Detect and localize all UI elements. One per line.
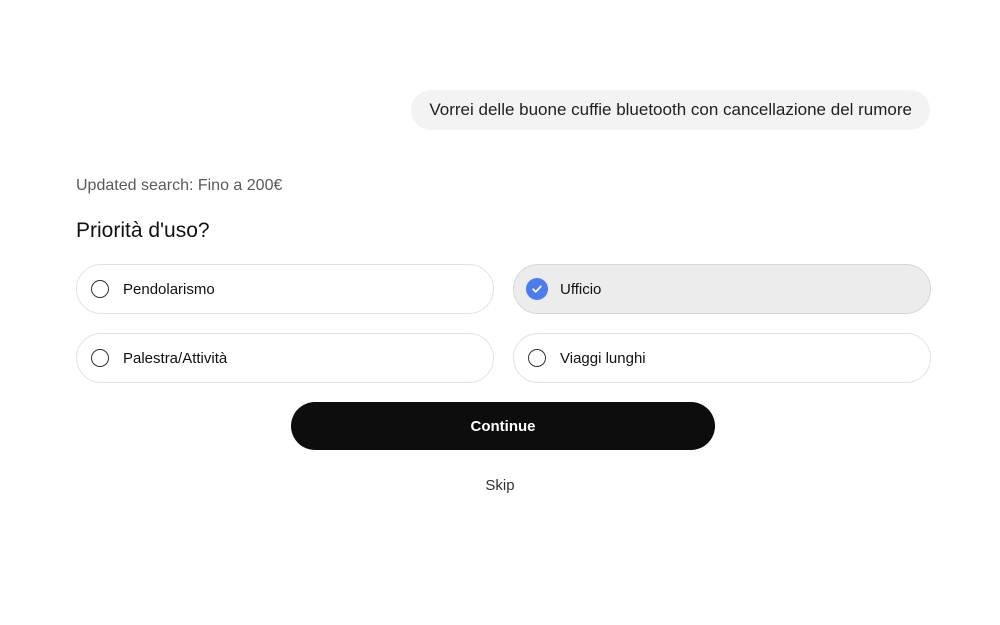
option-viaggi-lunghi[interactable]: Viaggi lunghi <box>513 333 931 383</box>
option-label: Pendolarismo <box>123 280 215 298</box>
skip-link[interactable]: Skip <box>485 477 514 494</box>
question-title: Priorità d'uso? <box>76 219 210 242</box>
option-pendolarismo[interactable]: Pendolarismo <box>76 264 494 314</box>
skip-row: Skip <box>0 477 1000 494</box>
checkmark-icon <box>532 285 542 293</box>
option-ufficio[interactable]: Ufficio <box>513 264 931 314</box>
option-label: Ufficio <box>560 280 602 298</box>
page: Vorrei delle buone cuffie bluetooth con … <box>0 0 1000 625</box>
radio-unchecked-icon <box>528 349 546 367</box>
radio-checked-icon <box>526 278 548 300</box>
options-grid: Pendolarismo Ufficio Palestra/Attività V… <box>76 264 931 383</box>
continue-button[interactable]: Continue <box>291 402 715 450</box>
user-message-text: Vorrei delle buone cuffie bluetooth con … <box>429 100 912 119</box>
updated-search-status: Updated search: Fino a 200€ <box>76 177 283 194</box>
option-label: Viaggi lunghi <box>560 349 646 367</box>
option-label: Palestra/Attività <box>123 349 228 367</box>
radio-unchecked-icon <box>91 280 109 298</box>
option-palestra-attivita[interactable]: Palestra/Attività <box>76 333 494 383</box>
user-message-bubble: Vorrei delle buone cuffie bluetooth con … <box>411 90 930 130</box>
radio-unchecked-icon <box>91 349 109 367</box>
